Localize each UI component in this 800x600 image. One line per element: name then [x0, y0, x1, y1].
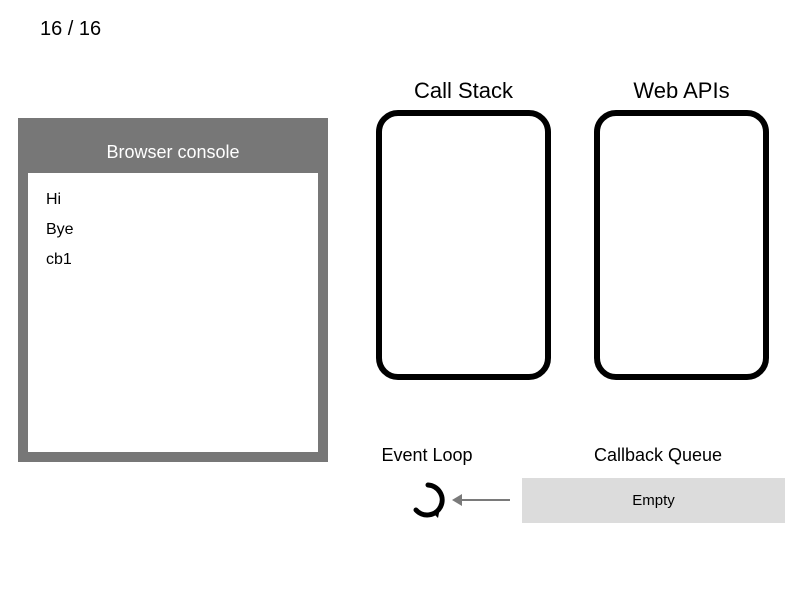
call-stack-label: Call Stack — [376, 78, 551, 104]
console-line: cb1 — [46, 251, 300, 269]
event-loop-cycle-icon — [408, 480, 448, 520]
browser-console-output: Hi Bye cb1 — [28, 173, 318, 452]
call-stack-box — [376, 110, 551, 380]
queue-to-loop-arrow-icon — [460, 499, 510, 501]
console-line: Bye — [46, 221, 300, 239]
console-line: Hi — [46, 191, 300, 209]
browser-console-title: Browser console — [18, 142, 328, 163]
callback-queue-state: Empty — [632, 492, 675, 509]
step-counter: 16 / 16 — [40, 18, 101, 41]
event-loop-label: Event Loop — [362, 445, 492, 466]
web-apis-box — [594, 110, 769, 380]
callback-queue-label: Callback Queue — [548, 445, 768, 466]
browser-console: Browser console Hi Bye cb1 — [18, 118, 328, 462]
callback-queue-box: Empty — [522, 478, 785, 523]
web-apis-label: Web APIs — [594, 78, 769, 104]
